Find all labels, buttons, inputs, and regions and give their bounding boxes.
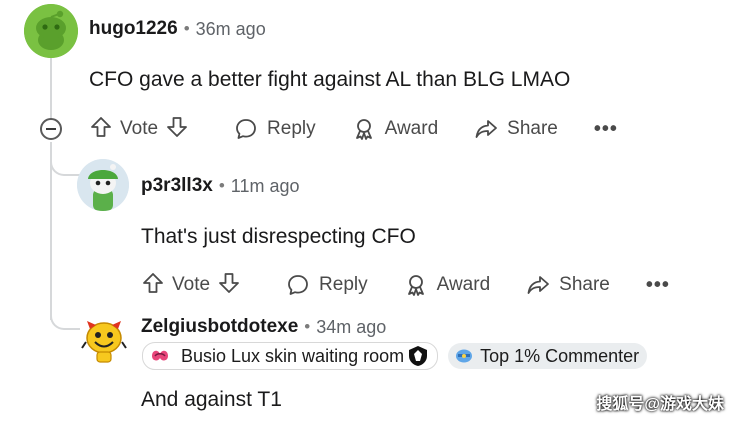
separator: • (304, 317, 311, 336)
share-icon (475, 120, 498, 138)
arrow-up-icon (91, 116, 111, 137)
username[interactable]: p3r3ll3x (141, 175, 213, 197)
downvote-button[interactable] (218, 272, 240, 299)
thread-connector-2 (50, 304, 80, 330)
separator: • (218, 176, 225, 195)
reply-button[interactable]: Reply (286, 273, 368, 297)
award-label: Award (436, 274, 491, 295)
vote-group: Vote (142, 272, 240, 299)
upvote-button[interactable] (90, 116, 112, 143)
username[interactable]: hugo1226 (89, 18, 178, 40)
share-label: Share (507, 118, 558, 139)
comment-body: That's just disrespecting CFO (141, 225, 416, 248)
comment-header: hugo1226 • 36m ago (89, 18, 266, 40)
award-button[interactable]: Award (352, 117, 439, 141)
snoo-avatar-icon (77, 159, 129, 211)
reply-label: Reply (267, 118, 316, 139)
snoo-icon (24, 4, 78, 58)
arrow-down-icon (219, 272, 239, 293)
share-button[interactable]: Share (526, 273, 610, 297)
top-commenter-badge: Top 1% Commenter (448, 343, 648, 369)
award-button[interactable]: Award (404, 273, 491, 297)
comment-header: Zelgiusbotdotexe • 34m ago (141, 316, 386, 338)
downvote-button[interactable] (166, 116, 188, 143)
timestamp[interactable]: 36m ago (196, 19, 266, 40)
reply-button[interactable]: Reply (234, 117, 316, 141)
watermark: 搜狐号@游戏大妹 (596, 396, 724, 413)
username[interactable]: Zelgiusbotdotexe (141, 316, 298, 338)
comment-body: CFO gave a better fight against AL than … (89, 68, 571, 91)
avatar[interactable] (77, 159, 129, 211)
share-label: Share (559, 274, 610, 295)
speech-bubble-icon (236, 119, 256, 139)
top-commenter-label: Top 1% Commenter (480, 345, 640, 366)
avatar[interactable] (24, 4, 78, 58)
award-label: Award (384, 118, 439, 139)
share-button[interactable]: Share (474, 117, 558, 141)
achievement-icon (456, 349, 473, 363)
comment-body: And against T1 (141, 388, 282, 411)
more-options-button[interactable]: ••• (594, 118, 618, 141)
comment-actions: Vote Reply Award Share ••• (142, 269, 670, 301)
smiley-avatar-icon (81, 321, 127, 363)
timestamp[interactable]: 11m ago (231, 176, 300, 197)
comment-header: p3r3ll3x • 11m ago (141, 175, 300, 197)
share-icon (527, 276, 550, 294)
flair-row: Busio Lux skin waiting room Top 1% Comme… (134, 342, 648, 370)
reply-label: Reply (319, 274, 368, 295)
user-flair-label: Busio Lux skin waiting room (181, 345, 405, 366)
user-flair: Busio Lux skin waiting room (142, 342, 439, 370)
team-logo-icon (409, 346, 428, 366)
vote-label: Vote (172, 274, 211, 295)
separator: • (183, 19, 190, 38)
upvote-button[interactable] (142, 272, 164, 299)
comment-actions: Vote Reply Award Share ••• (90, 113, 618, 145)
collapse-button[interactable] (40, 118, 62, 140)
more-options-button[interactable]: ••• (646, 274, 670, 297)
vote-group: Vote (90, 116, 188, 143)
thread-connector-1 (50, 150, 80, 176)
timestamp[interactable]: 34m ago (316, 317, 386, 338)
lux-wand-icon (152, 350, 168, 361)
award-icon (355, 119, 372, 140)
speech-bubble-icon (288, 275, 308, 295)
award-icon (407, 275, 424, 296)
arrow-up-icon (143, 272, 163, 293)
vote-label: Vote (120, 118, 159, 139)
arrow-down-icon (167, 116, 187, 137)
avatar[interactable] (80, 316, 128, 364)
thread-line-main (50, 56, 52, 120)
